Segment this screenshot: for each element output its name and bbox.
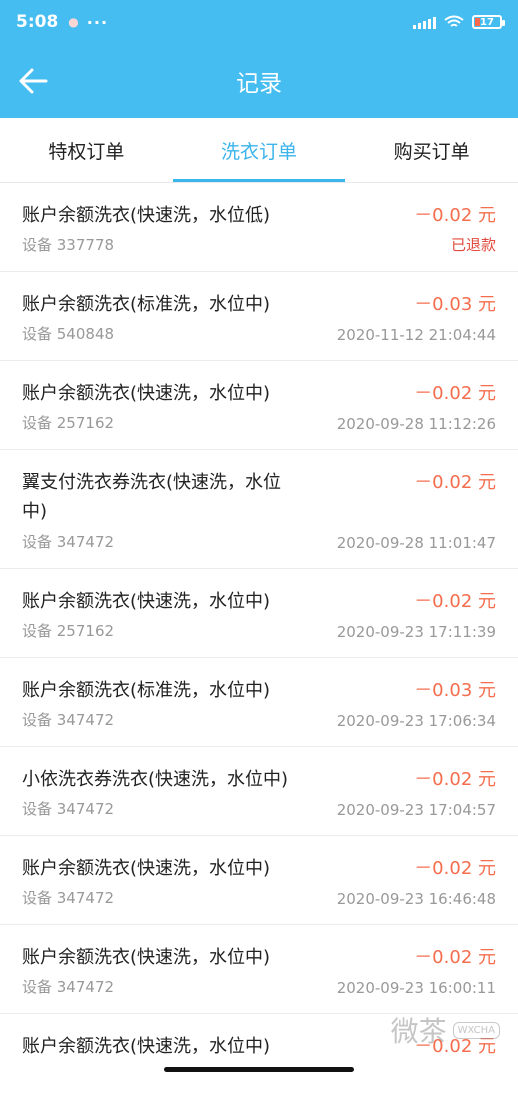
watermark-text: 微茶 [390, 1015, 447, 1048]
order-name: 账户余额洗衣(快速洗，水位中) [22, 383, 271, 404]
device-id: 设备 337778 [22, 236, 115, 254]
order-timestamp: 2020-11-12 21:04:44 [336, 326, 496, 344]
battery-level: 17 [480, 16, 494, 28]
order-name: 账户余额洗衣(快速洗，水位低) [22, 205, 271, 226]
device-id: 设备 347472 [22, 889, 115, 907]
order-row[interactable]: 账户余额洗衣(标准洗，水位中) －0.03 元 设备 540848 2020-1… [0, 272, 518, 361]
order-timestamp: 2020-09-23 16:00:11 [336, 979, 496, 997]
order-row[interactable]: 账户余额洗衣(快速洗，水位低) －0.02 元 设备 337778 已退款 [0, 183, 518, 272]
watermark-badge: WXCHA [452, 1021, 500, 1039]
order-amount: －0.03 元 [414, 680, 496, 701]
wifi-icon [444, 15, 464, 27]
notification-icon: ● [68, 15, 79, 29]
tab-bar: 特权订单 洗衣订单 购买订单 [0, 118, 518, 183]
signal-icon [413, 15, 436, 29]
order-name: 账户余额洗衣(快速洗，水位中) [22, 858, 271, 879]
back-arrow-icon[interactable] [18, 67, 48, 95]
order-name: 小依洗衣券洗衣(快速洗，水位中) [22, 769, 289, 790]
status-bar: 5:08 ● ··· 17 [0, 0, 518, 44]
order-name: 翼支付洗衣券洗衣(快速洗，水位中) [22, 472, 282, 522]
order-name: 账户余额洗衣(快速洗，水位中) [22, 1036, 271, 1057]
device-id: 设备 347472 [22, 978, 115, 996]
order-name: 账户余额洗衣(快速洗，水位中) [22, 591, 271, 612]
battery-icon: 17 [472, 15, 505, 29]
app-bar: 记录 [0, 44, 518, 118]
order-row[interactable]: 账户余额洗衣(快速洗，水位中) －0.02 元 设备 347472 2020-0… [0, 925, 518, 1014]
order-amount: －0.02 元 [414, 205, 496, 226]
order-row[interactable]: 账户余额洗衣(快速洗，水位中) －0.02 元 设备 257162 2020-0… [0, 361, 518, 450]
order-amount: －0.02 元 [414, 858, 496, 879]
order-amount: －0.02 元 [414, 947, 496, 968]
order-timestamp: 2020-09-23 17:06:34 [336, 712, 496, 730]
refund-status: 已退款 [450, 236, 496, 254]
order-timestamp: 2020-09-23 17:11:39 [336, 623, 496, 641]
device-id: 设备 347472 [22, 711, 115, 729]
order-list: 账户余额洗衣(快速洗，水位低) －0.02 元 设备 337778 已退款 账户… [0, 183, 518, 1103]
order-name: 账户余额洗衣(标准洗，水位中) [22, 680, 271, 701]
order-row[interactable]: 账户余额洗衣(快速洗，水位中) －0.02 元 设备 347472 2020-0… [0, 836, 518, 925]
order-row[interactable]: 账户余额洗衣(快速洗，水位中) －0.02 元 设备 257162 2020-0… [0, 569, 518, 658]
order-timestamp: 2020-09-28 11:12:26 [336, 415, 496, 433]
device-id: 设备 257162 [22, 622, 115, 640]
order-amount: －0.02 元 [414, 769, 496, 790]
device-id: 设备 347472 [22, 800, 115, 818]
clock: 5:08 [16, 12, 59, 32]
order-name: 账户余额洗衣(快速洗，水位中) [22, 947, 271, 968]
order-row[interactable]: 小依洗衣券洗衣(快速洗，水位中) －0.02 元 设备 347472 2020-… [0, 747, 518, 836]
order-timestamp: 2020-09-28 11:01:47 [336, 534, 496, 552]
device-id: 设备 347472 [22, 533, 115, 551]
tab-privilege-orders[interactable]: 特权订单 [0, 118, 173, 182]
tab-purchase-orders[interactable]: 购买订单 [345, 118, 518, 182]
device-id: 设备 257162 [22, 414, 115, 432]
tab-laundry-orders[interactable]: 洗衣订单 [172, 118, 346, 182]
order-amount: －0.03 元 [414, 294, 496, 315]
order-amount: －0.02 元 [414, 472, 496, 493]
order-amount: －0.02 元 [414, 383, 496, 404]
device-id: 设备 540848 [22, 325, 115, 343]
page-title: 记录 [236, 71, 282, 97]
order-row[interactable]: 账户余额洗衣(标准洗，水位中) －0.03 元 设备 347472 2020-0… [0, 658, 518, 747]
more-notifications-icon: ··· [86, 12, 109, 32]
order-row[interactable]: 翼支付洗衣券洗衣(快速洗，水位中) －0.02 元 设备 347472 2020… [0, 450, 518, 569]
order-name: 账户余额洗衣(标准洗，水位中) [22, 294, 271, 315]
home-indicator[interactable] [164, 1067, 354, 1072]
watermark: 微茶 WXCHA [391, 1010, 500, 1050]
order-timestamp: 2020-09-23 17:04:57 [336, 801, 496, 819]
order-amount: －0.02 元 [414, 591, 496, 612]
order-timestamp: 2020-09-23 16:46:48 [336, 890, 496, 908]
